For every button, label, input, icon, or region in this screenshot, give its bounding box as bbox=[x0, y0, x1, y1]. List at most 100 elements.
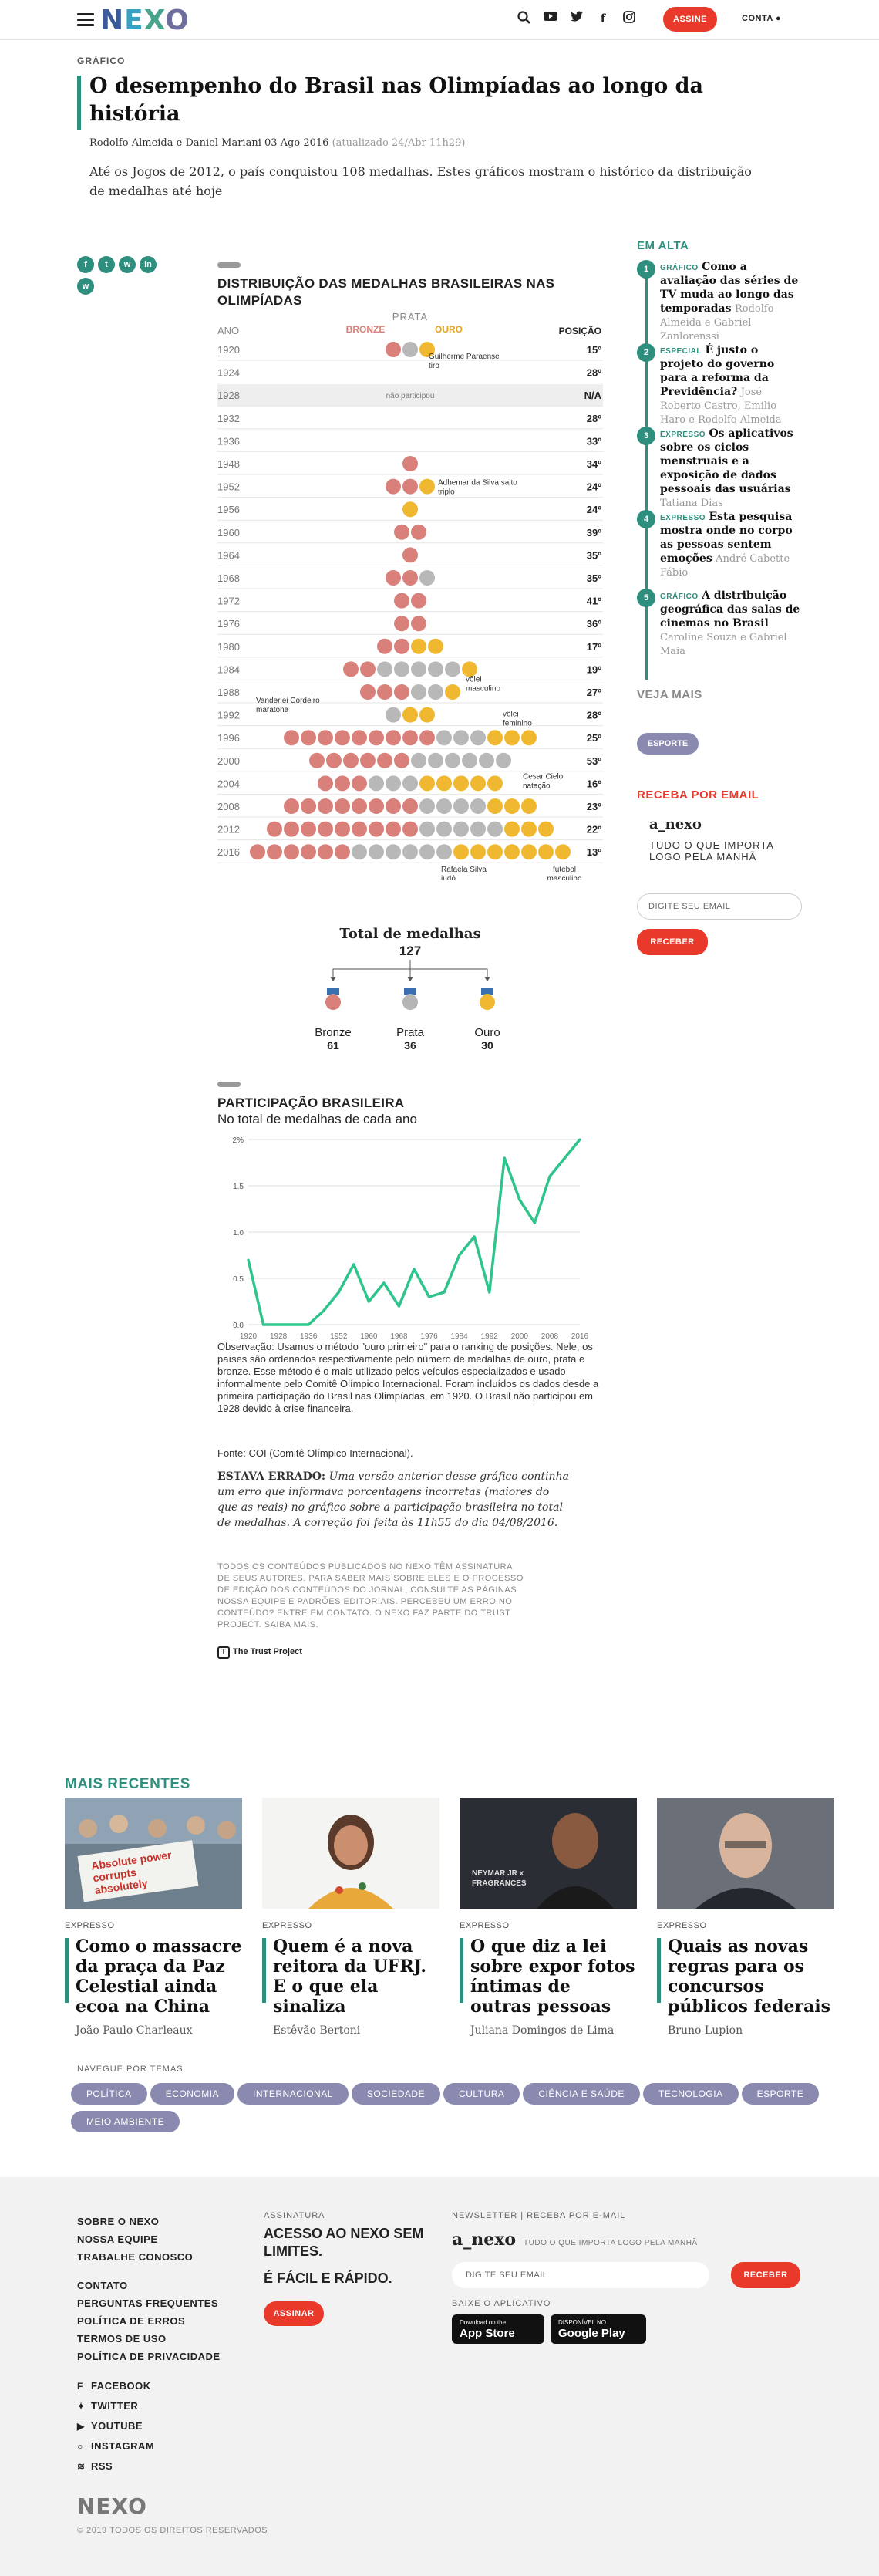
whatsapp-share-icon-2[interactable]: w bbox=[77, 278, 94, 295]
silver-medal-icon bbox=[402, 988, 418, 1010]
account-link[interactable]: CONTA ● bbox=[742, 14, 781, 23]
nexo-logo[interactable]: NEXO bbox=[100, 5, 190, 36]
recent-accent-bar bbox=[262, 1938, 266, 2003]
recent-image[interactable]: NEYMAR JR x FRAGRANCES bbox=[460, 1798, 637, 1909]
topic-tag[interactable]: ESPORTE bbox=[741, 2083, 820, 2105]
gold-dot bbox=[504, 798, 520, 814]
bronze-dot bbox=[318, 798, 333, 814]
trending-item[interactable]: 5 GRÁFICO A distribuição geográfica das s… bbox=[637, 589, 802, 667]
topic-tag[interactable]: POLÍTICA bbox=[71, 2083, 147, 2105]
hamburger-menu-icon[interactable] bbox=[77, 13, 94, 27]
footer-nexo-logo[interactable]: NEXO bbox=[77, 2493, 147, 2519]
topic-tag[interactable]: SOCIEDADE bbox=[351, 2083, 441, 2105]
footer-link[interactable]: NOSSA EQUIPE bbox=[77, 2230, 221, 2248]
footer-social-youtube[interactable]: ▶ YOUTUBE bbox=[77, 2416, 221, 2436]
trending-tag: EXPRESSO bbox=[660, 430, 706, 439]
year-label: 1984 bbox=[217, 663, 240, 675]
footer-email-input[interactable]: DIGITE SEU EMAIL bbox=[452, 2262, 709, 2288]
year-label: 2012 bbox=[217, 824, 240, 836]
recent-card[interactable]: EXPRESSO Quem é a nova reitora da UFRJ. … bbox=[262, 1798, 440, 2037]
topic-tag[interactable]: ECONOMIA bbox=[150, 2083, 235, 2105]
bronze-dot bbox=[352, 798, 367, 814]
x-tick-label: 1984 bbox=[451, 1332, 469, 1341]
bronze-dot bbox=[301, 730, 316, 746]
y-tick-label: 2% bbox=[233, 1136, 244, 1145]
footer-link[interactable]: SOBRE O NEXO bbox=[77, 2213, 221, 2230]
topic-tag[interactable]: CULTURA bbox=[443, 2083, 520, 2105]
twitter-icon[interactable] bbox=[569, 11, 584, 26]
footer-social-twitter[interactable]: ✦ TWITTER bbox=[77, 2396, 221, 2416]
position-value: 35º bbox=[587, 572, 601, 584]
data-point bbox=[262, 1323, 265, 1326]
position-value: 15º bbox=[587, 344, 601, 356]
anexo-logo: a_nexo bbox=[649, 816, 702, 832]
copyright: © 2019 TODOS OS DIREITOS RESERVADOS bbox=[77, 2526, 268, 2535]
recent-title[interactable]: O que diz a lei sobre expor fotos íntima… bbox=[470, 1936, 637, 2017]
youtube-icon[interactable] bbox=[543, 11, 558, 26]
assinar-button[interactable]: ASSINAR bbox=[264, 2301, 324, 2326]
silver-dot bbox=[428, 661, 443, 677]
footer-social-instagram[interactable]: ○ INSTAGRAM bbox=[77, 2436, 221, 2456]
footer-link[interactable]: POLÍTICA DE PRIVACIDADE bbox=[77, 2348, 221, 2365]
silver-dot bbox=[428, 684, 443, 700]
recent-title[interactable]: Como o massacre da praça da Paz Celestia… bbox=[76, 1936, 242, 2017]
footer-link[interactable]: TERMOS DE USO bbox=[77, 2330, 221, 2348]
footer-receber-button[interactable]: RECEBER bbox=[731, 2262, 800, 2288]
year-label: 2000 bbox=[217, 755, 240, 767]
footer-link[interactable]: TRABALHE CONOSCO bbox=[77, 2248, 221, 2266]
topic-tag[interactable]: TECNOLOGIA bbox=[642, 2083, 739, 2105]
assine-button[interactable]: ASSINE bbox=[663, 7, 717, 32]
recent-card[interactable]: NEYMAR JR x FRAGRANCES EXPRESSO O que di… bbox=[460, 1798, 637, 2037]
receber-button[interactable]: RECEBER bbox=[637, 929, 708, 955]
linkedin-share-icon[interactable]: in bbox=[140, 256, 157, 273]
data-point bbox=[533, 1221, 536, 1224]
bronze-dot bbox=[402, 730, 418, 746]
bronze-dot bbox=[335, 730, 350, 746]
search-icon[interactable] bbox=[517, 11, 532, 26]
chart1-title: DISTRIBUIÇÃO DAS MEDALHAS BRASILEIRAS NA… bbox=[217, 276, 555, 308]
footer-social-rss[interactable]: ≋ RSS bbox=[77, 2456, 221, 2476]
footer-link[interactable]: PERGUNTAS FREQUENTES bbox=[77, 2294, 221, 2312]
whatsapp-share-icon[interactable]: w bbox=[119, 256, 136, 273]
transparency-note: TODOS OS CONTEÚDOS PUBLICADOS NO NEXO TÊ… bbox=[217, 1562, 524, 1629]
bronze-dot bbox=[326, 752, 342, 768]
topic-tag[interactable]: CIÊNCIA E SAÚDE bbox=[523, 2083, 640, 2105]
recent-image[interactable] bbox=[657, 1798, 834, 1909]
topic-tag[interactable]: INTERNACIONAL bbox=[237, 2083, 349, 2105]
footer-link[interactable]: POLÍTICA DE ERROS bbox=[77, 2312, 221, 2330]
newsletter-email-input[interactable]: DIGITE SEU EMAIL bbox=[637, 893, 802, 920]
recent-image[interactable] bbox=[262, 1798, 440, 1909]
app-store-button[interactable]: Download on the App Store bbox=[452, 2314, 544, 2344]
article-kicker[interactable]: GRÁFICO bbox=[77, 56, 802, 66]
topic-tag[interactable]: MEIO AMBIENTE bbox=[71, 2111, 180, 2132]
recent-card[interactable]: EXPRESSO Quais as novas regras para os c… bbox=[657, 1798, 834, 2037]
recent-title[interactable]: Quem é a nova reitora da UFRJ. E o que e… bbox=[273, 1936, 440, 2017]
recent-card[interactable]: Absolute power corrupts absolutely EXPRE… bbox=[65, 1798, 242, 2037]
facebook-icon[interactable]: f bbox=[595, 11, 611, 26]
instagram-icon[interactable] bbox=[621, 11, 637, 26]
y-tick-label: 1.5 bbox=[233, 1183, 244, 1191]
trust-project[interactable]: T The Trust Project bbox=[217, 1646, 302, 1659]
gold-dot bbox=[504, 821, 520, 837]
position-value: 53º bbox=[587, 755, 601, 767]
recent-image[interactable]: Absolute power corrupts absolutely bbox=[65, 1798, 242, 1909]
trending-item[interactable]: 3 EXPRESSO Os aplicativos sobre os ciclos… bbox=[637, 427, 802, 510]
recent-accent-bar bbox=[460, 1938, 463, 2003]
bronze-dot bbox=[402, 570, 418, 586]
trending-item[interactable]: 4 EXPRESSO Esta pesquisa mostra onde no c… bbox=[637, 510, 802, 589]
trending-item[interactable]: 1 GRÁFICO Como a avaliação das séries de … bbox=[637, 260, 802, 343]
google-play-button[interactable]: DISPONÍVEL NO Google Play bbox=[551, 2314, 646, 2344]
esporte-tag[interactable]: ESPORTE bbox=[637, 733, 699, 755]
trust-project-label: The Trust Project bbox=[233, 1647, 302, 1656]
trending-item[interactable]: 2 ESPECIAL É justo o projeto do governo p… bbox=[637, 343, 802, 427]
recent-title[interactable]: Quais as novas regras para os concursos … bbox=[668, 1936, 834, 2017]
twitter-share-icon[interactable]: t bbox=[98, 256, 115, 273]
errata-head: ESTAVA ERRADO: bbox=[217, 1470, 326, 1483]
bronze-dot bbox=[386, 730, 401, 746]
silver-dot bbox=[352, 844, 367, 860]
x-tick-label: 1976 bbox=[420, 1332, 438, 1341]
bronze-dot bbox=[360, 684, 376, 700]
facebook-share-icon[interactable]: f bbox=[77, 256, 94, 273]
footer-link[interactable]: CONTATO bbox=[77, 2277, 221, 2294]
footer-social-facebook[interactable]: f FACEBOOK bbox=[77, 2376, 221, 2396]
